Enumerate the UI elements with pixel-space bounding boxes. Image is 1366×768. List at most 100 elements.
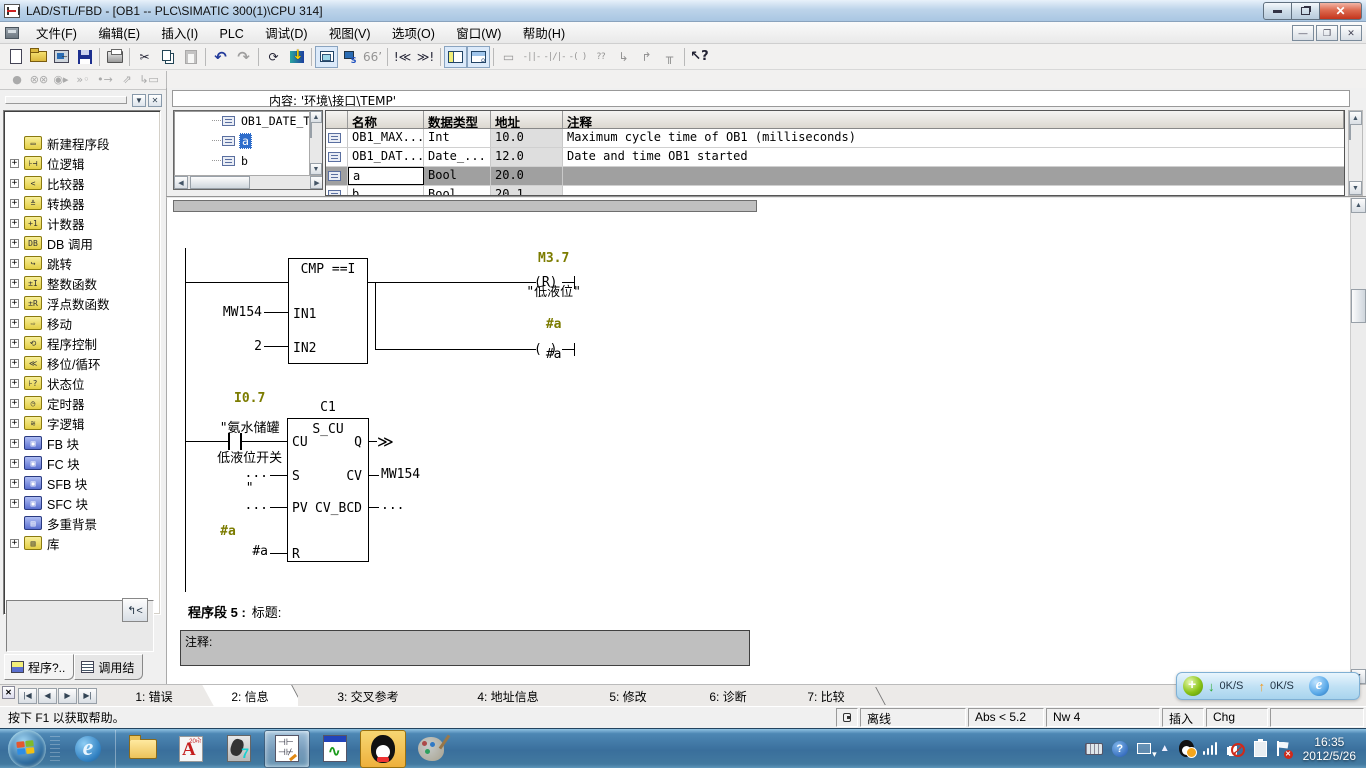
- r-operand[interactable]: #a: [226, 544, 268, 559]
- toolbar-button[interactable]: [338, 46, 361, 68]
- output-tab[interactable]: 1: 错误: [106, 685, 202, 707]
- catalog-tree-item[interactable]: + ⟲ 程序控制: [4, 333, 160, 353]
- toolbar-button[interactable]: ↱: [635, 46, 658, 68]
- mdi-minimize-button[interactable]: —: [1292, 25, 1314, 41]
- network-signal-icon[interactable]: [1203, 742, 1220, 755]
- output-coil[interactable]: ( ): [534, 342, 557, 357]
- expander-icon[interactable]: +: [10, 479, 19, 488]
- toolbar-button[interactable]: ↖?: [688, 46, 711, 68]
- mdi-restore-button[interactable]: ❐: [1316, 25, 1338, 41]
- contact-labels[interactable]: I0.7 "氨水储罐 低液位开关 ": [168, 376, 300, 511]
- coil1-address[interactable]: M3.7: [538, 251, 569, 266]
- catalog-tree-item[interactable]: + ▣ FC 块: [4, 453, 160, 473]
- q-open-arrow[interactable]: ≫: [377, 432, 394, 451]
- column-name[interactable]: 名称: [348, 111, 424, 128]
- menu-item[interactable]: 插入(I): [152, 24, 207, 44]
- catalog-tree-item[interactable]: + DB DB 调用: [4, 233, 160, 253]
- taskbar-qq-button[interactable]: [360, 730, 406, 768]
- taskbar-explorer-button[interactable]: [120, 730, 166, 768]
- declaration-tree-hscrollbar[interactable]: ◀ ▶: [174, 175, 323, 189]
- toolbar-button[interactable]: [103, 46, 126, 68]
- toolbar-button[interactable]: 66’: [361, 46, 384, 68]
- pv-operand[interactable]: ...: [226, 498, 268, 513]
- catalog-tree-item[interactable]: + ⇨ 移动: [4, 313, 160, 333]
- input-method-icon[interactable]: [1085, 743, 1103, 755]
- declaration-tree-vscrollbar[interactable]: ▲ ▼: [309, 111, 322, 175]
- toolbar-button[interactable]: !≪: [391, 46, 414, 68]
- toolbar-button[interactable]: [444, 46, 467, 68]
- table-row[interactable]: OB1_MAX... Int 10.0 Maximum cycle time o…: [326, 129, 1344, 148]
- action-center-flag-icon[interactable]: ✕: [1276, 741, 1290, 757]
- contact-address[interactable]: I0.7: [234, 391, 265, 406]
- toolbar-button[interactable]: [202, 47, 209, 67]
- scroll-up-icon[interactable]: ▲: [1349, 111, 1362, 125]
- taskbar-step7-button[interactable]: [216, 730, 262, 768]
- taskbar-ie-button[interactable]: e: [65, 730, 111, 768]
- declaration-tree-item[interactable]: b: [174, 151, 322, 171]
- qq-tray-icon[interactable]: [1179, 740, 1194, 757]
- cmp-in1-operand[interactable]: MW154: [214, 305, 262, 320]
- panel-grip[interactable]: [5, 96, 127, 104]
- last-tab-button[interactable]: ▶|: [78, 688, 97, 704]
- output-tab[interactable]: 2: 信息: [202, 685, 298, 707]
- menu-item[interactable]: 编辑(E): [89, 24, 149, 44]
- scroll-right-icon[interactable]: ▶: [310, 176, 323, 189]
- scroll-up-icon[interactable]: ▲: [1351, 198, 1366, 213]
- toolbar-button[interactable]: [681, 47, 688, 67]
- cv-operand[interactable]: MW154: [381, 467, 420, 482]
- toolbar-button[interactable]: [73, 46, 96, 68]
- toolbar-button[interactable]: ↶: [209, 46, 232, 68]
- output-tab[interactable]: 5: 修改: [578, 685, 678, 707]
- mdi-close-button[interactable]: ✕: [1340, 25, 1362, 41]
- cv-bcd-operand[interactable]: ...: [381, 498, 404, 513]
- ie-browser-icon[interactable]: e: [1309, 676, 1329, 696]
- toolbar-button[interactable]: ↷: [232, 46, 255, 68]
- expander-icon[interactable]: +: [10, 539, 19, 548]
- expander-icon[interactable]: +: [10, 299, 19, 308]
- toolbar-button[interactable]: [315, 46, 338, 68]
- table-row[interactable]: OB1_DAT... Date_... 12.0 Date and time O…: [326, 148, 1344, 167]
- toolbar-button[interactable]: ↳: [612, 46, 635, 68]
- catalog-tree-item[interactable]: ▤ 多重背景: [4, 513, 160, 533]
- catalog-tree-item[interactable]: + < 比较器: [4, 173, 160, 193]
- expander-icon[interactable]: +: [10, 419, 19, 428]
- toolbar-button[interactable]: [156, 46, 179, 68]
- menu-item[interactable]: 帮助(H): [514, 24, 574, 44]
- expander-icon[interactable]: +: [10, 239, 19, 248]
- catalog-tree-item[interactable]: + ◷ 定时器: [4, 393, 160, 413]
- catalog-bottom-tab[interactable]: 调用结: [74, 654, 143, 680]
- expander-icon[interactable]: +: [10, 179, 19, 188]
- scroll-thumb[interactable]: [190, 176, 250, 189]
- scroll-left-icon[interactable]: ◀: [174, 176, 188, 189]
- declaration-tree-item[interactable]: OB1_DATE_TIM: [174, 111, 322, 131]
- expander-icon[interactable]: +: [10, 219, 19, 228]
- taskbar-grip[interactable]: [50, 736, 60, 762]
- toolbar-button[interactable]: [27, 46, 50, 68]
- s-operand[interactable]: ...: [226, 466, 268, 481]
- start-button[interactable]: [8, 730, 46, 768]
- taskbar-autocad-button[interactable]: [168, 730, 214, 768]
- taskbar-paint-button[interactable]: [408, 730, 454, 768]
- catalog-tree-item[interactable]: + ⊦? 状态位: [4, 373, 160, 393]
- expander-icon[interactable]: +: [10, 259, 19, 268]
- counter-name[interactable]: C1: [287, 400, 369, 415]
- coil2-address[interactable]: #a: [546, 317, 562, 332]
- output-tab[interactable]: 3: 交叉参考: [298, 685, 438, 707]
- no-contact[interactable]: [228, 433, 230, 450]
- toolbar-button[interactable]: ▭: [497, 46, 520, 68]
- toolbar-button[interactable]: [50, 46, 73, 68]
- expander-icon[interactable]: +: [10, 379, 19, 388]
- expander-icon[interactable]: +: [10, 159, 19, 168]
- toolbar-button[interactable]: [467, 46, 490, 68]
- toolbar-button[interactable]: [126, 47, 133, 67]
- expander-icon[interactable]: +: [10, 499, 19, 508]
- maximize-button[interactable]: [1291, 2, 1320, 20]
- menu-item[interactable]: PLC: [210, 24, 252, 44]
- scroll-thumb[interactable]: [1349, 124, 1351, 140]
- output-tab[interactable]: 4: 地址信息: [438, 685, 578, 707]
- prev-tab-button[interactable]: ◀: [38, 688, 57, 704]
- ladder-diagram-area[interactable]: CMP ==I IN1 IN2 MW154 2 M3.7 "低液位" (R) #…: [168, 198, 1348, 684]
- output-close-button[interactable]: ✕: [2, 686, 15, 699]
- ladder-vscrollbar[interactable]: ▲ ▼: [1350, 198, 1366, 684]
- coil2-labels[interactable]: #a #a: [468, 302, 608, 377]
